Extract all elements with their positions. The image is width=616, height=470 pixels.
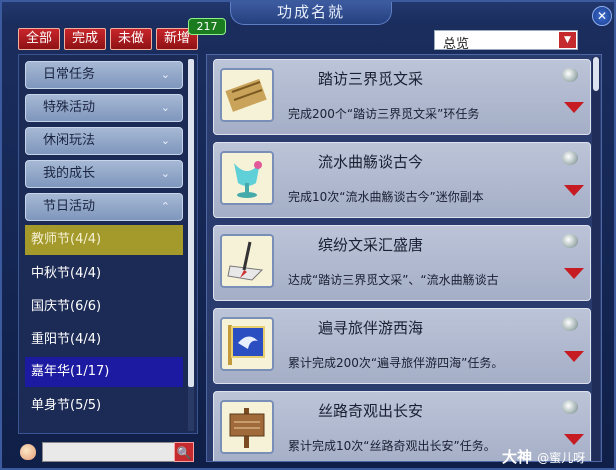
festival-item-mid-autumn[interactable]: 中秋节(4/4) xyxy=(25,259,183,289)
achievement-desc: 达成“踏访三界觅文采”、“流水曲觞谈古 xyxy=(288,273,499,287)
category-scrollbar[interactable] xyxy=(188,59,194,431)
medal-icon xyxy=(562,151,578,165)
tab-unfinished[interactable]: 未做 xyxy=(110,28,152,50)
category-label: 休闲玩法 xyxy=(43,133,96,148)
watermark: 大神 @蜜儿呀 xyxy=(502,446,585,467)
category-scroll-thumb[interactable] xyxy=(188,59,194,387)
achievement-title: 缤纷文采汇盛唐 xyxy=(318,236,424,254)
achievement-card[interactable]: 遍寻旅伴游西海 累计完成200次“遍寻旅伴游四海”任务。 xyxy=(213,308,591,384)
category-label: 我的成长 xyxy=(43,166,96,181)
watermark-brand: 大神 xyxy=(502,448,533,466)
close-icon[interactable]: ✕ xyxy=(592,6,612,26)
achievement-title: 丝路奇观出长安 xyxy=(318,402,424,420)
dropdown-value: 总览 xyxy=(443,37,470,52)
category-label: 特殊活动 xyxy=(43,100,96,115)
achievement-window: 功成名就 ✕ 全部 完成 未做 新增 217 总览 ▼ 日常任务 ⌄ 特殊活动 ⌄ … xyxy=(0,0,616,470)
achievement-scroll-thumb[interactable] xyxy=(593,57,599,91)
achievement-list: 踏访三界觅文采 完成200个“踏访三界觅文采”环任务 流水曲觞谈古今 完成10次… xyxy=(206,54,602,462)
festival-item-double-ninth[interactable]: 重阳节(4/4) xyxy=(25,325,183,355)
festival-item-carnival[interactable]: 嘉年华(1/17) xyxy=(25,357,183,387)
chevron-down-icon: ⌄ xyxy=(160,101,170,114)
achievement-card[interactable]: 流水曲觞谈古今 完成10次“流水曲觞谈古今”迷你副本 xyxy=(213,142,591,218)
expand-arrow-icon[interactable] xyxy=(564,434,584,445)
expand-arrow-icon[interactable] xyxy=(564,185,584,196)
chevron-down-icon: ⌄ xyxy=(160,68,170,81)
search-row: 🔍 xyxy=(18,442,198,464)
tab-completed[interactable]: 完成 xyxy=(64,28,106,50)
expand-arrow-icon[interactable] xyxy=(564,351,584,362)
window-title: 功成名就 xyxy=(230,2,392,25)
achievement-desc: 累计完成200次“遍寻旅伴游四海”任务。 xyxy=(288,356,504,370)
festival-item-singles-day[interactable]: 单身节(5/5) xyxy=(25,391,183,421)
title-bar: 功成名就 ✕ xyxy=(2,2,614,26)
achievement-desc: 完成200个“踏访三界觅文采”环任务 xyxy=(288,107,480,121)
achievement-title: 踏访三界觅文采 xyxy=(318,70,424,88)
search-input[interactable] xyxy=(42,442,192,462)
watermark-user: @蜜儿呀 xyxy=(537,451,586,465)
signpost-icon xyxy=(220,400,274,454)
medal-icon xyxy=(562,400,578,414)
search-icon[interactable]: 🔍 xyxy=(174,442,194,462)
expand-arrow-icon[interactable] xyxy=(564,102,584,113)
medal-icon xyxy=(562,234,578,248)
chevron-down-icon: ⌄ xyxy=(160,167,170,180)
chevron-up-icon: ⌃ xyxy=(160,200,170,213)
achievement-card[interactable]: 踏访三界觅文采 完成200个“踏访三界觅文采”环任务 xyxy=(213,59,591,135)
category-daily-tasks[interactable]: 日常任务 ⌄ xyxy=(25,61,183,89)
achievement-scrollbar[interactable] xyxy=(592,57,600,461)
achievement-desc: 完成10次“流水曲觞谈古今”迷你副本 xyxy=(288,190,484,204)
festival-item-teachers-day[interactable]: 教师节(4/4) xyxy=(25,225,183,255)
category-label: 节日活动 xyxy=(43,199,96,214)
achievement-title: 遍寻旅伴游西海 xyxy=(318,319,424,337)
new-count-badge: 217 xyxy=(188,18,226,35)
category-festivals[interactable]: 节日活动 ⌃ xyxy=(25,193,183,221)
achievement-title: 流水曲觞谈古今 xyxy=(318,153,424,171)
dropdown-arrow-icon[interactable]: ▼ xyxy=(559,32,576,48)
expand-arrow-icon[interactable] xyxy=(564,268,584,279)
festival-item-national-day[interactable]: 国庆节(6/6) xyxy=(25,292,183,322)
category-growth[interactable]: 我的成长 ⌄ xyxy=(25,160,183,188)
chevron-down-icon: ⌄ xyxy=(160,134,170,147)
category-panel: 日常任务 ⌄ 特殊活动 ⌄ 休闲玩法 ⌄ 我的成长 ⌄ 节日活动 ⌃ 教师节(4/4) 中… xyxy=(18,54,198,434)
category-leisure[interactable]: 休闲玩法 ⌄ xyxy=(25,127,183,155)
category-special-events[interactable]: 特殊活动 ⌄ xyxy=(25,94,183,122)
peach-icon xyxy=(20,444,36,460)
achievement-card[interactable]: 缤纷文采汇盛唐 达成“踏访三界觅文采”、“流水曲觞谈古 xyxy=(213,225,591,301)
category-label: 日常任务 xyxy=(43,67,96,82)
ink-brush-icon xyxy=(220,234,274,288)
overview-dropdown[interactable]: 总览 ▼ xyxy=(434,30,578,52)
medal-icon xyxy=(562,317,578,331)
medal-icon xyxy=(562,68,578,82)
achievement-desc: 累计完成10次“丝路奇观出长安”任务。 xyxy=(288,439,496,453)
tab-all[interactable]: 全部 xyxy=(18,28,60,50)
bamboo-scroll-icon xyxy=(220,68,274,122)
wine-goblet-icon xyxy=(220,151,274,205)
flag-banner-icon xyxy=(220,317,274,371)
